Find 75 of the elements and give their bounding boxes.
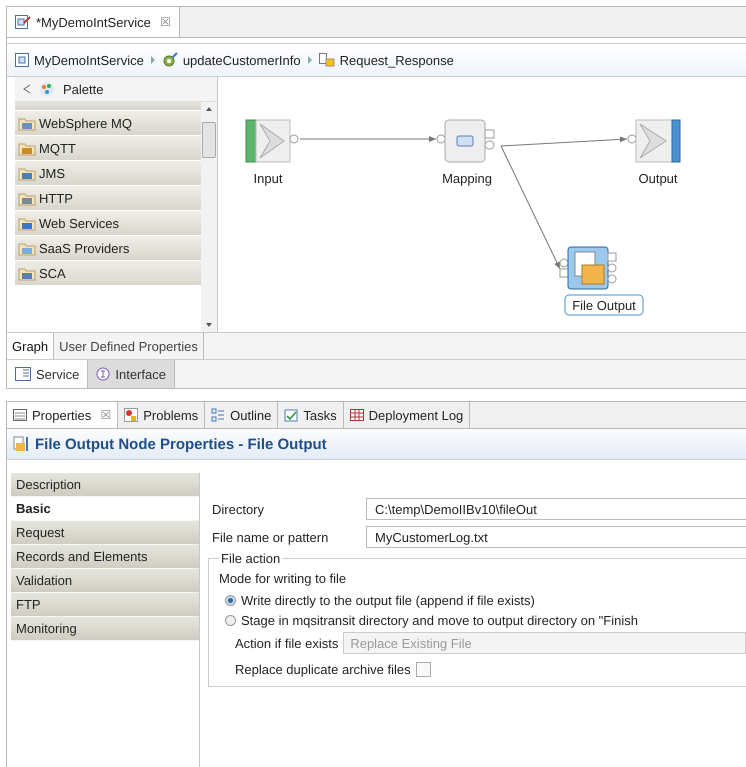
palette-drawer[interactable]: SaaS Providers bbox=[15, 236, 201, 261]
node-label: File Output bbox=[572, 298, 636, 313]
checkbox[interactable] bbox=[416, 662, 431, 676]
view-tab[interactable]: Outline bbox=[205, 402, 278, 428]
node-label: Input bbox=[254, 171, 282, 186]
service-icon bbox=[15, 53, 29, 67]
breadcrumb-item[interactable]: updateCustomerInfo bbox=[162, 52, 301, 68]
folder-icon bbox=[18, 190, 36, 206]
chevron-right-icon bbox=[306, 56, 313, 64]
field-label: Action if file exists bbox=[235, 636, 338, 650]
radio-option[interactable]: Write directly to the output file (append if file exists) bbox=[219, 590, 746, 610]
service-icon bbox=[15, 367, 31, 381]
folder-icon bbox=[18, 240, 36, 256]
view-tab[interactable]: Properties ☒ bbox=[7, 402, 118, 428]
output-node-icon[interactable] bbox=[628, 120, 680, 162]
scrollbar[interactable] bbox=[201, 102, 217, 332]
breadcrumb-item[interactable]: MyDemoIntService bbox=[15, 52, 144, 68]
folder-icon bbox=[18, 266, 36, 280]
nav-tab[interactable]: Request bbox=[11, 521, 199, 545]
palette-drawer[interactable]: MQTT bbox=[15, 136, 201, 161]
tab[interactable]: Service bbox=[7, 360, 88, 388]
radio-icon[interactable] bbox=[225, 614, 236, 626]
palette-drawer[interactable]: WebSphere MQ bbox=[15, 111, 201, 136]
file-node-icon bbox=[13, 436, 29, 452]
problems-icon bbox=[124, 408, 138, 422]
view-tab[interactable]: Deployment Log bbox=[344, 402, 470, 428]
gear-icon bbox=[162, 52, 178, 68]
palette-drawer[interactable]: HTTP bbox=[15, 186, 201, 211]
folder-icon bbox=[18, 116, 36, 130]
palette-icon bbox=[39, 81, 55, 97]
folder-icon bbox=[18, 166, 36, 180]
nav-tab[interactable]: FTP bbox=[11, 593, 199, 617]
field-label: Replace duplicate archive files bbox=[235, 662, 411, 676]
palette-drawer[interactable]: JMS bbox=[15, 161, 201, 186]
input-node-icon[interactable] bbox=[246, 120, 298, 162]
chevron-right-icon bbox=[150, 56, 156, 64]
view-tab[interactable]: Tasks bbox=[278, 402, 344, 428]
properties-title: File Output Node Properties - File Output bbox=[35, 436, 327, 452]
file-output-node-icon[interactable] bbox=[560, 246, 616, 290]
nav-tab[interactable]: Records and Elements bbox=[11, 545, 199, 569]
palette-header[interactable]: Palette bbox=[15, 77, 217, 102]
flow-icon bbox=[318, 53, 335, 67]
editor-tab[interactable]: *MyDemoIntService ☒ bbox=[7, 7, 180, 37]
field-label: Directory bbox=[212, 502, 266, 516]
editor-tab-title: *MyDemoIntService bbox=[36, 14, 151, 30]
nav-tab[interactable]: Validation bbox=[11, 569, 199, 593]
outline-icon bbox=[211, 408, 226, 422]
input-field[interactable]: MyCustomerLog.txt bbox=[366, 526, 746, 548]
list-icon bbox=[13, 409, 27, 421]
tab[interactable]: Interface bbox=[88, 360, 175, 388]
input-field[interactable]: C:\temp\DemoIIBv10\fileOut bbox=[366, 498, 746, 520]
interface-icon bbox=[96, 367, 110, 381]
mapping-node-icon[interactable] bbox=[436, 120, 494, 162]
breadcrumb-item[interactable]: Request_Response bbox=[318, 52, 454, 68]
node-label: Output bbox=[638, 171, 678, 186]
table-icon bbox=[350, 409, 364, 421]
close-icon[interactable]: ☒ bbox=[160, 15, 171, 29]
scrollbar-thumb[interactable] bbox=[202, 122, 216, 158]
view-tab[interactable]: Problems bbox=[118, 402, 206, 428]
radio-option[interactable]: Stage in mqsitransit directory and move to output directory on "Finish bbox=[219, 610, 746, 630]
service-file-icon bbox=[15, 15, 31, 29]
clipboard-icon bbox=[284, 408, 298, 422]
nav-tab[interactable]: Monitoring bbox=[11, 617, 199, 641]
folder-icon bbox=[18, 140, 36, 156]
palette-drawer[interactable]: SCA bbox=[15, 261, 201, 286]
group-title: File action bbox=[220, 551, 282, 566]
group-label: Mode for writing to file bbox=[219, 570, 348, 588]
radio-icon[interactable] bbox=[225, 594, 236, 606]
node-label: Mapping bbox=[442, 171, 492, 186]
nav-tab[interactable]: Description bbox=[11, 473, 199, 497]
tab[interactable]: Graph bbox=[7, 333, 54, 359]
palette-title: Palette bbox=[63, 82, 104, 96]
folder-icon bbox=[18, 216, 36, 230]
palette-drawer[interactable]: Web Services bbox=[15, 211, 201, 236]
field-label: File name or pattern bbox=[212, 530, 330, 544]
